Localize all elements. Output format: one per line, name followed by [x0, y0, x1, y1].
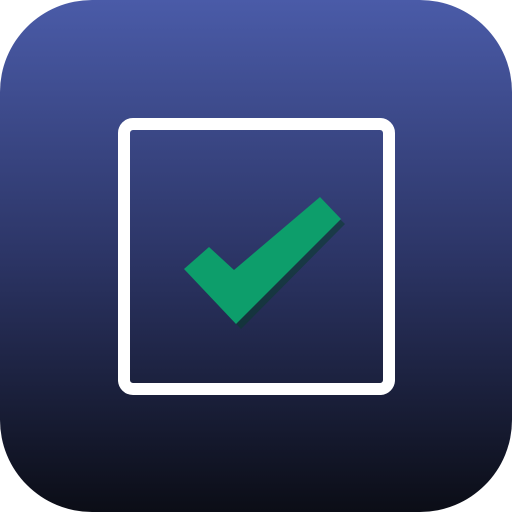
app-icon[interactable]: [0, 0, 512, 512]
app-icon-graphic: [0, 0, 512, 512]
